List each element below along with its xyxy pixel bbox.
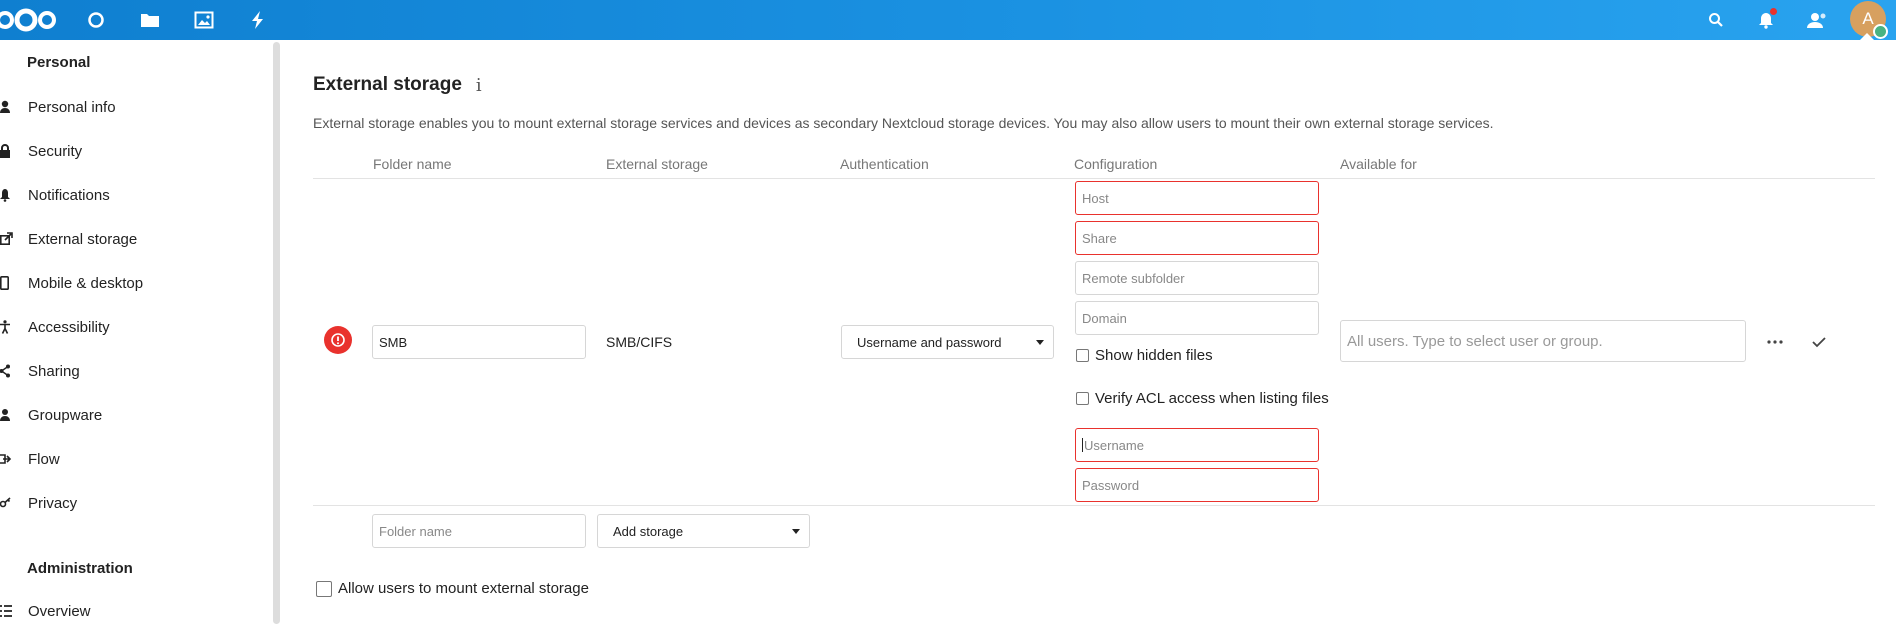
avatar-initial: A bbox=[1862, 9, 1874, 28]
save-check-icon[interactable] bbox=[1807, 330, 1831, 354]
storage-backend: SMB/CIFS bbox=[606, 334, 673, 350]
sidebar-item-label: Mobile & desktop bbox=[28, 274, 144, 292]
checkbox-label: Show hidden files bbox=[1095, 347, 1213, 364]
sidebar-scrollbar[interactable] bbox=[273, 42, 280, 624]
checkbox-label: Allow users to mount external storage bbox=[338, 580, 589, 597]
top-header: A bbox=[0, 0, 1896, 40]
sidebar-item-notifications[interactable]: Notifications bbox=[0, 177, 270, 213]
chevron-down-icon bbox=[792, 529, 800, 534]
lock-icon bbox=[0, 144, 28, 158]
flow-icon bbox=[0, 452, 28, 466]
nextcloud-logo[interactable] bbox=[0, 6, 58, 34]
dashboard-icon[interactable] bbox=[82, 6, 110, 34]
settings-sidebar: Personal Personal info Security Notifica… bbox=[0, 40, 282, 624]
menu-caret bbox=[1860, 33, 1874, 40]
checkbox-box[interactable] bbox=[1076, 349, 1089, 362]
photos-icon[interactable] bbox=[190, 6, 218, 34]
sidebar-item-label: Privacy bbox=[28, 494, 78, 512]
checkbox-label: Verify ACL access when listing files bbox=[1095, 390, 1329, 407]
column-header-configuration: Configuration bbox=[1074, 156, 1158, 172]
sidebar-item-mobile-desktop[interactable]: Mobile & desktop bbox=[0, 265, 270, 301]
add-storage-select[interactable]: Add storage bbox=[597, 514, 810, 548]
sidebar-item-label: Security bbox=[28, 142, 83, 160]
personal-heading: Personal bbox=[27, 54, 91, 71]
host-input[interactable]: Host bbox=[1075, 181, 1319, 215]
password-input[interactable]: Password bbox=[1075, 468, 1319, 502]
show-hidden-files-checkbox[interactable]: Show hidden files bbox=[1076, 347, 1213, 364]
bell-icon bbox=[0, 188, 28, 202]
contacts-icon[interactable] bbox=[1802, 6, 1830, 34]
verify-acl-checkbox[interactable]: Verify ACL access when listing files bbox=[1076, 390, 1329, 407]
title-row: External storage i bbox=[313, 74, 482, 96]
sidebar-item-flow[interactable]: Flow bbox=[0, 441, 270, 477]
share-icon bbox=[0, 364, 28, 378]
sidebar-item-accessibility[interactable]: Accessibility bbox=[0, 309, 270, 345]
allow-users-mount-checkbox[interactable]: Allow users to mount external storage bbox=[316, 580, 589, 597]
column-header-available-for: Available for bbox=[1340, 156, 1417, 172]
sidebar-item-label: Notifications bbox=[28, 186, 110, 204]
status-indicator bbox=[1873, 24, 1888, 39]
username-placeholder: Username bbox=[1084, 437, 1144, 453]
sidebar-item-label: Personal info bbox=[28, 98, 116, 116]
folder-name-input[interactable]: SMB bbox=[372, 325, 586, 359]
administration-heading: Administration bbox=[27, 560, 133, 577]
checkbox-box[interactable] bbox=[1076, 392, 1089, 405]
sidebar-item-label: Groupware bbox=[28, 406, 103, 424]
groupware-icon bbox=[0, 408, 28, 422]
text-cursor bbox=[1082, 438, 1083, 452]
sidebar-item-external-storage[interactable]: External storage bbox=[0, 221, 270, 257]
sidebar-item-sharing[interactable]: Sharing bbox=[0, 353, 270, 389]
phone-icon bbox=[0, 276, 28, 290]
accessibility-icon bbox=[0, 320, 28, 334]
domain-input[interactable]: Domain bbox=[1075, 301, 1319, 335]
user-icon bbox=[0, 100, 28, 114]
sidebar-item-label: Accessibility bbox=[28, 318, 110, 336]
sidebar-item-security[interactable]: Security bbox=[0, 133, 270, 169]
more-options-icon[interactable] bbox=[1763, 330, 1787, 354]
column-header-authentication: Authentication bbox=[840, 156, 929, 172]
authentication-select-value: Username and password bbox=[857, 334, 1002, 350]
user-avatar[interactable]: A bbox=[1850, 1, 1888, 39]
share-input[interactable]: Share bbox=[1075, 221, 1319, 255]
files-icon[interactable] bbox=[136, 6, 164, 34]
chevron-down-icon bbox=[1036, 340, 1044, 345]
key-icon bbox=[0, 496, 28, 510]
sidebar-item-label: Overview bbox=[28, 602, 91, 620]
username-input[interactable]: Username bbox=[1075, 428, 1319, 462]
error-status-icon[interactable] bbox=[324, 326, 352, 354]
header-divider bbox=[313, 178, 1875, 179]
new-folder-name-input[interactable]: Folder name bbox=[372, 514, 586, 548]
activity-icon[interactable] bbox=[244, 6, 272, 34]
external-link-icon bbox=[0, 232, 28, 246]
row-divider bbox=[313, 505, 1875, 506]
available-for-input[interactable]: All users. Type to select user or group. bbox=[1340, 320, 1746, 362]
page-description: External storage enables you to mount ex… bbox=[313, 115, 1494, 131]
sidebar-item-label: External storage bbox=[28, 230, 138, 248]
notification-badge bbox=[1770, 8, 1777, 15]
add-storage-select-value: Add storage bbox=[613, 523, 684, 539]
authentication-select[interactable]: Username and password bbox=[841, 325, 1054, 359]
sidebar-item-label: Sharing bbox=[28, 362, 80, 380]
column-header-external-storage: External storage bbox=[606, 156, 708, 172]
page-title: External storage bbox=[313, 74, 462, 95]
sidebar-item-privacy[interactable]: Privacy bbox=[0, 485, 270, 521]
sidebar-item-label: Flow bbox=[28, 450, 60, 468]
info-icon[interactable]: i bbox=[476, 75, 482, 96]
remote-subfolder-input[interactable]: Remote subfolder bbox=[1075, 261, 1319, 295]
sidebar-item-personal-info[interactable]: Personal info bbox=[0, 89, 270, 125]
notifications-icon[interactable] bbox=[1752, 6, 1780, 34]
checkbox-box[interactable] bbox=[316, 580, 332, 597]
list-icon bbox=[0, 604, 28, 618]
column-header-folder-name: Folder name bbox=[373, 156, 452, 172]
main-content: External storage i External storage enab… bbox=[282, 40, 1896, 624]
sidebar-item-groupware[interactable]: Groupware bbox=[0, 397, 270, 433]
search-icon[interactable] bbox=[1702, 6, 1730, 34]
